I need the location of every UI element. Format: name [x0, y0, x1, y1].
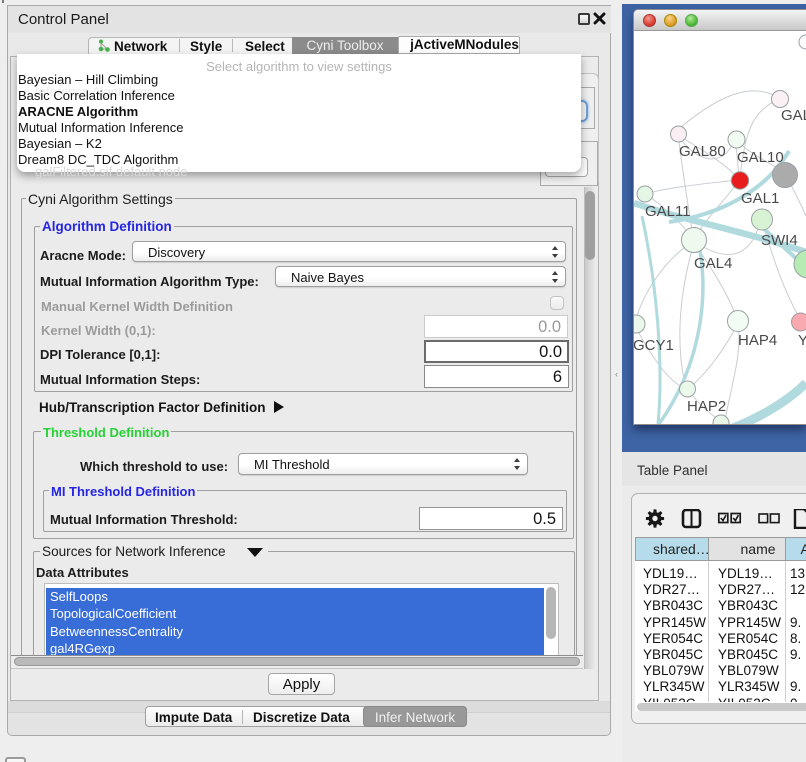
svg-text:SWI4: SWI4	[761, 232, 798, 249]
svg-text:GAL80: GAL80	[679, 143, 726, 160]
svg-text:GAL: GAL	[781, 107, 806, 124]
svg-text:GAL4: GAL4	[694, 255, 732, 272]
svg-text:HAP2: HAP2	[687, 398, 726, 415]
svg-text:GAL1: GAL1	[741, 190, 779, 207]
svg-text:HAP4: HAP4	[738, 332, 777, 349]
svg-text:GAL11: GAL11	[645, 203, 691, 220]
svg-text:Y: Y	[798, 332, 806, 349]
svg-text:GCY1: GCY1	[634, 337, 674, 354]
svg-text:GAL10: GAL10	[737, 149, 784, 166]
